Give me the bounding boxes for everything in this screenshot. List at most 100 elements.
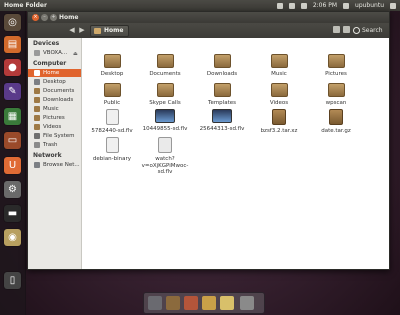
file-item-skype-calls[interactable]: Skype Calls — [140, 83, 190, 107]
firefox-icon[interactable]: ● — [4, 59, 21, 76]
downloads-icon — [34, 97, 40, 103]
files-icon[interactable]: ▤ — [4, 36, 21, 53]
office-impress-icon[interactable]: ▭ — [4, 132, 21, 149]
close-button[interactable]: × — [32, 14, 39, 21]
fox-icon[interactable] — [184, 296, 198, 310]
places-sidebar: Devices VBOXA... ⏏ Computer Home Desktop… — [28, 38, 82, 269]
folder-icon — [213, 83, 231, 97]
volume-icon[interactable] — [300, 2, 307, 9]
file-item-wpscan[interactable]: wpscan — [311, 83, 361, 107]
sidebar-item-downloads[interactable]: Downloads — [28, 96, 81, 104]
sidebar-item-device[interactable]: VBOXA... ⏏ — [28, 49, 81, 57]
trash-icon[interactable]: ▯ — [4, 272, 21, 289]
software-center-icon[interactable]: U — [4, 157, 21, 174]
drive-icon — [34, 50, 40, 56]
pictures-icon — [34, 115, 40, 121]
icon-view-icon[interactable] — [333, 26, 340, 33]
devices-header: Devices — [33, 40, 60, 47]
file-item-pictures[interactable]: Pictures — [311, 54, 361, 78]
file-grid: Desktop Documents Downloads Music Pictur… — [82, 38, 389, 269]
file-item-templates[interactable]: Templates — [197, 83, 247, 107]
window-titlebar[interactable]: × – + Home — [28, 12, 389, 23]
top-panel: Home Folder 2:06 PM upubuntu — [0, 0, 400, 11]
file-item-videos[interactable]: Videos — [254, 83, 304, 107]
office-writer-icon[interactable]: ✎ — [4, 83, 21, 100]
sidebar-item-pictures[interactable]: Pictures — [28, 114, 81, 122]
desktop-icon — [34, 79, 40, 85]
forward-arrow-icon[interactable]: ▶ — [78, 26, 86, 35]
sidebar-item-trash[interactable]: Trash — [28, 141, 81, 149]
folder-icon — [270, 54, 288, 68]
music-icon — [34, 106, 40, 112]
document-icon — [105, 137, 119, 153]
sidebar-item-videos[interactable]: Videos — [28, 123, 81, 131]
active-window-title: Home Folder — [4, 2, 47, 9]
folder-icon — [156, 83, 174, 97]
file-item-public[interactable]: Public — [87, 83, 137, 107]
file-item-debian-binary[interactable]: debian-binary — [87, 137, 137, 163]
folder-icon — [213, 54, 231, 68]
system-tray: 2:06 PM upubuntu — [276, 0, 396, 11]
file-item-10449855[interactable]: 10449855-sd.flv — [140, 109, 190, 133]
file-item-date-tar[interactable]: date.tar.gz — [311, 109, 361, 135]
file-item-bzsf[interactable]: bzsf3.2.tar.xz — [254, 109, 304, 135]
media-file-icon — [158, 137, 172, 153]
file-item-watch[interactable]: watch?v=oXjKGPiMwoc-sd.flv — [140, 137, 190, 176]
network-icon[interactable] — [288, 2, 295, 9]
folder-icon — [103, 54, 121, 68]
folder-icon — [270, 83, 288, 97]
trash-icon[interactable] — [240, 296, 254, 310]
sidebar-item-desktop[interactable]: Desktop — [28, 78, 81, 86]
folder-icon — [103, 83, 121, 97]
file-item-5782440[interactable]: 5782440-sd.flv — [87, 109, 137, 135]
maximize-button[interactable]: + — [50, 14, 57, 21]
office-calc-icon[interactable]: ▦ — [4, 108, 21, 125]
document-icon — [105, 109, 119, 125]
sidebar-item-home[interactable]: Home — [28, 69, 81, 77]
finder-icon[interactable] — [148, 296, 162, 310]
view-buttons — [333, 26, 350, 33]
sidebar-item-file-system[interactable]: File System — [28, 132, 81, 140]
user-icon — [343, 2, 350, 9]
folder-icon — [327, 83, 345, 97]
sidebar-item-music[interactable]: Music — [28, 105, 81, 113]
folder-icon — [156, 54, 174, 68]
sidebar-item-documents[interactable]: Documents — [28, 87, 81, 95]
compass-icon[interactable] — [202, 296, 216, 310]
file-item-documents[interactable]: Documents — [140, 54, 190, 78]
window-title: Home — [59, 14, 79, 21]
back-arrow-icon[interactable]: ◀ — [68, 26, 76, 35]
disc-icon[interactable]: ◉ — [4, 229, 21, 246]
mail-icon[interactable] — [276, 2, 283, 9]
home-folder-icon[interactable] — [166, 296, 180, 310]
sidebar-item-browse-network[interactable]: Browse Net... — [28, 161, 81, 169]
list-view-icon[interactable] — [343, 26, 350, 33]
computer-header: Computer — [33, 60, 67, 67]
search-label: Search — [362, 27, 383, 34]
power-icon[interactable] — [390, 2, 396, 9]
breadcrumb-label: Home — [104, 27, 124, 34]
file-manager-window: × – + Home ◀ ▶ Home Search Devices VBOXA… — [27, 11, 390, 270]
videos-icon — [34, 124, 40, 130]
terminal-icon[interactable]: ▬ — [4, 205, 21, 222]
file-item-music[interactable]: Music — [254, 54, 304, 78]
username[interactable]: upubuntu — [355, 0, 384, 11]
eject-icon[interactable]: ⏏ — [73, 50, 78, 58]
network-header: Network — [33, 152, 62, 159]
file-item-desktop[interactable]: Desktop — [87, 54, 137, 78]
dock — [143, 292, 265, 314]
dash-home-icon[interactable]: ◎ — [4, 14, 21, 31]
folder-icon — [327, 54, 345, 68]
breadcrumb-home[interactable]: Home — [90, 25, 130, 37]
clock[interactable]: 2:06 PM — [313, 0, 337, 11]
notes-icon[interactable] — [220, 296, 234, 310]
system-settings-icon[interactable]: ⚙ — [4, 181, 21, 198]
drive-icon — [34, 133, 40, 139]
minimize-button[interactable]: – — [41, 14, 48, 21]
video-thumbnail-icon — [212, 109, 232, 123]
archive-icon — [272, 109, 286, 125]
search-icon — [353, 27, 360, 34]
file-item-downloads[interactable]: Downloads — [197, 54, 247, 78]
search-button[interactable]: Search — [353, 25, 383, 36]
file-item-25644313[interactable]: 25644313-sd.flv — [197, 109, 247, 133]
